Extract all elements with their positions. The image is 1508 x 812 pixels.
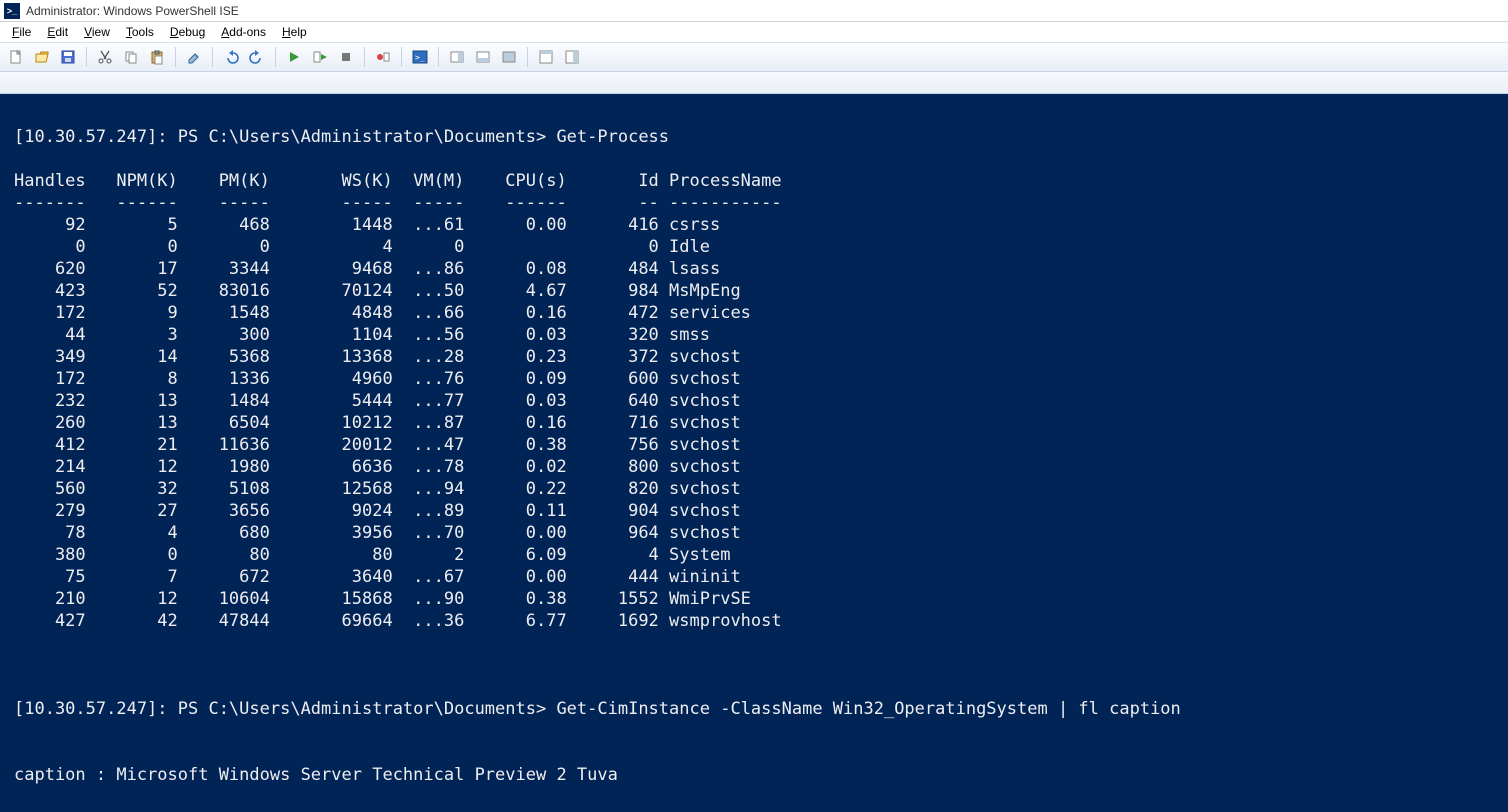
titlebar: >_ Administrator: Windows PowerShell ISE	[0, 0, 1508, 22]
new-button[interactable]	[4, 45, 28, 69]
undo-button[interactable]	[219, 45, 243, 69]
redo-icon	[249, 49, 265, 65]
open-icon	[34, 49, 50, 65]
layout-bottom-icon	[475, 49, 491, 65]
separator	[364, 47, 365, 67]
separator	[275, 47, 276, 67]
paste-button[interactable]	[145, 45, 169, 69]
svg-text:>_: >_	[415, 53, 425, 62]
show-command-button[interactable]	[560, 45, 584, 69]
run-button[interactable]	[282, 45, 306, 69]
console-output: [10.30.57.247]: PS C:\Users\Administrato…	[14, 104, 1494, 786]
cut-button[interactable]	[93, 45, 117, 69]
breakpoint-button[interactable]	[371, 45, 395, 69]
console-pane[interactable]: [10.30.57.247]: PS C:\Users\Administrato…	[0, 94, 1508, 812]
run-selection-button[interactable]	[308, 45, 332, 69]
layout-full-button[interactable]	[497, 45, 521, 69]
separator	[401, 47, 402, 67]
save-button[interactable]	[56, 45, 80, 69]
show-script-icon	[538, 49, 554, 65]
show-script-button[interactable]	[534, 45, 558, 69]
redo-button[interactable]	[245, 45, 269, 69]
open-button[interactable]	[30, 45, 54, 69]
menu-file[interactable]: File	[4, 23, 39, 41]
separator	[212, 47, 213, 67]
copy-button[interactable]	[119, 45, 143, 69]
layout-bottom-button[interactable]	[471, 45, 495, 69]
copy-icon	[123, 49, 139, 65]
run-icon	[286, 49, 302, 65]
clear-button[interactable]	[182, 45, 206, 69]
show-command-icon	[564, 49, 580, 65]
run-selection-icon	[312, 49, 328, 65]
menu-edit[interactable]: Edit	[39, 23, 76, 41]
layout-right-button[interactable]	[445, 45, 469, 69]
stop-icon	[338, 49, 354, 65]
stop-button[interactable]	[334, 45, 358, 69]
tab-strip	[0, 72, 1508, 94]
menu-help[interactable]: Help	[274, 23, 315, 41]
menu-debug[interactable]: Debug	[162, 23, 213, 41]
save-icon	[60, 49, 76, 65]
separator	[527, 47, 528, 67]
toolbar: >_	[0, 42, 1508, 72]
powershell-icon: >_	[4, 3, 20, 19]
window-title: Administrator: Windows PowerShell ISE	[26, 4, 239, 18]
menubar: File Edit View Tools Debug Add-ons Help	[0, 22, 1508, 42]
undo-icon	[223, 49, 239, 65]
menu-view[interactable]: View	[76, 23, 118, 41]
menu-addons[interactable]: Add-ons	[213, 23, 274, 41]
separator	[175, 47, 176, 67]
layout-full-icon	[501, 49, 517, 65]
separator	[438, 47, 439, 67]
breakpoint-icon	[375, 49, 391, 65]
cut-icon	[97, 49, 113, 65]
menu-tools[interactable]: Tools	[118, 23, 162, 41]
layout-right-icon	[449, 49, 465, 65]
separator	[86, 47, 87, 67]
new-icon	[8, 49, 24, 65]
paste-icon	[149, 49, 165, 65]
clear-icon	[186, 49, 202, 65]
powershell-tab-icon: >_	[412, 49, 428, 65]
new-remote-tab-button[interactable]: >_	[408, 45, 432, 69]
